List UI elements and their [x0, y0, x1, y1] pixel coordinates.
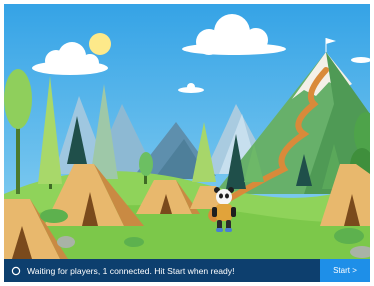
game-frame: Waiting for players, 1 connected. Hit St…: [4, 4, 370, 282]
camp-scene: [4, 4, 370, 259]
bush: [40, 209, 68, 223]
bush: [124, 237, 144, 247]
spinner-icon: [9, 264, 23, 278]
rock: [57, 236, 75, 248]
sun-icon: [89, 33, 111, 55]
status-bar: Waiting for players, 1 connected. Hit St…: [4, 259, 370, 282]
bush: [334, 228, 364, 244]
start-button[interactable]: Start >: [320, 259, 370, 282]
status-message: Waiting for players, 1 connected. Hit St…: [27, 265, 235, 276]
